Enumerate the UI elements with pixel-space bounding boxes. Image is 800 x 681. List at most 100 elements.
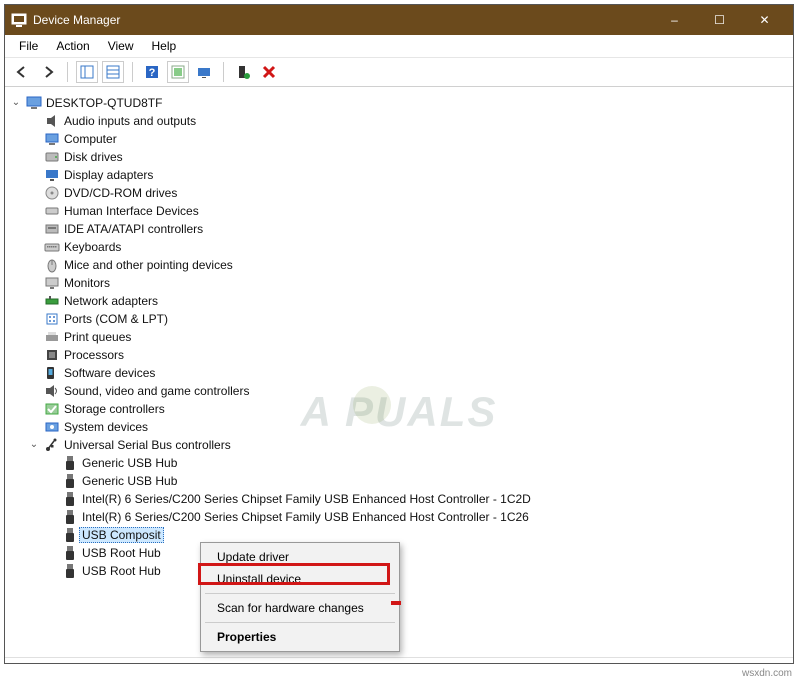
tree-item-label: Audio inputs and outputs <box>64 114 196 128</box>
tree-item-label: Intel(R) 6 Series/C200 Series Chipset Fa… <box>82 510 529 524</box>
tree-item-label: Ports (COM & LPT) <box>64 312 168 326</box>
tree-item-label: DESKTOP-QTUD8TF <box>46 96 162 110</box>
tree-item[interactable]: DVD/CD-ROM drives <box>28 184 788 202</box>
cpu-icon <box>44 347 60 363</box>
tree-item[interactable]: Print queues <box>28 328 788 346</box>
printer-icon <box>44 329 60 345</box>
tree-item[interactable]: Network adapters <box>28 292 788 310</box>
tree-item-label: Computer <box>64 132 117 146</box>
menu-action[interactable]: Action <box>48 37 97 55</box>
ctx-update-driver[interactable]: Update driver <box>203 546 397 568</box>
tree-item-label: Keyboards <box>64 240 121 254</box>
tree-item-label: Software devices <box>64 366 155 380</box>
tree-item-label: Disk drives <box>64 150 123 164</box>
tree-item-label: Generic USB Hub <box>82 456 177 470</box>
annotation-dash <box>391 601 401 605</box>
tree-item-label: DVD/CD-ROM drives <box>64 186 177 200</box>
tree-item[interactable]: Intel(R) 6 Series/C200 Series Chipset Fa… <box>46 508 788 526</box>
ctx-uninstall-device[interactable]: Uninstall device <box>203 568 397 590</box>
tree-item-label: USB Root Hub <box>82 546 161 560</box>
tree-item-label: Sound, video and game controllers <box>64 384 249 398</box>
app-icon <box>11 12 27 28</box>
tree-item[interactable]: Intel(R) 6 Series/C200 Series Chipset Fa… <box>46 490 788 508</box>
tree-item-label: Monitors <box>64 276 110 290</box>
storage-icon <box>44 401 60 417</box>
tree-item-label: Human Interface Devices <box>64 204 199 218</box>
usb-plug-icon <box>62 491 78 507</box>
tree-item[interactable]: USB Root Hub <box>46 562 788 580</box>
toolbar-separator <box>223 62 224 82</box>
tree-item[interactable]: DESKTOP-QTUD8TF <box>10 94 788 112</box>
tree-item-label: USB Composit <box>79 527 164 543</box>
ctx-separator <box>205 622 395 623</box>
tree-item-label: Universal Serial Bus controllers <box>64 438 231 452</box>
tree-item[interactable]: Monitors <box>28 274 788 292</box>
help-button[interactable]: ? <box>141 61 163 83</box>
expand-chevron-icon[interactable] <box>10 97 22 109</box>
tree-item[interactable]: Software devices <box>28 364 788 382</box>
tree-item[interactable]: System devices <box>28 418 788 436</box>
tree-item[interactable]: Storage controllers <box>28 400 788 418</box>
tree-item[interactable]: Disk drives <box>28 148 788 166</box>
update-driver-button[interactable] <box>167 61 189 83</box>
tree-item[interactable]: USB Composit <box>46 526 788 544</box>
add-legacy-button[interactable] <box>232 61 254 83</box>
port-icon <box>44 311 60 327</box>
scan-hardware-button[interactable] <box>193 61 215 83</box>
tree-item[interactable]: Audio inputs and outputs <box>28 112 788 130</box>
tree-item[interactable]: Computer <box>28 130 788 148</box>
menu-help[interactable]: Help <box>144 37 185 55</box>
menubar: File Action View Help <box>5 35 793 58</box>
window-title: Device Manager <box>33 13 652 27</box>
uninstall-button[interactable] <box>258 61 280 83</box>
tree-item[interactable]: Processors <box>28 346 788 364</box>
ctx-properties[interactable]: Properties <box>203 626 397 648</box>
tree-item-label: Processors <box>64 348 124 362</box>
toolbar-separator <box>132 62 133 82</box>
tree-item[interactable]: Human Interface Devices <box>28 202 788 220</box>
tree-item[interactable]: Generic USB Hub <box>46 454 788 472</box>
device-icon <box>26 95 42 111</box>
tree-item[interactable]: Ports (COM & LPT) <box>28 310 788 328</box>
menu-file[interactable]: File <box>11 37 46 55</box>
usb-plug-icon <box>62 473 78 489</box>
sound-icon <box>44 383 60 399</box>
titlebar[interactable]: Device Manager – ☐ ✕ <box>5 5 793 35</box>
toolbar: ? <box>5 58 793 87</box>
status-bar <box>5 657 793 663</box>
usb-plug-icon <box>62 563 78 579</box>
tree-item-label: Mice and other pointing devices <box>64 258 233 272</box>
tree-item-label: USB Root Hub <box>82 564 161 578</box>
tree-item[interactable]: Sound, video and game controllers <box>28 382 788 400</box>
source-tag: wsxdn.com <box>742 668 792 679</box>
tree-item[interactable]: Keyboards <box>28 238 788 256</box>
tree-item[interactable]: IDE ATA/ATAPI controllers <box>28 220 788 238</box>
back-button[interactable] <box>11 61 33 83</box>
tree-item-label: Intel(R) 6 Series/C200 Series Chipset Fa… <box>82 492 531 506</box>
usb-icon <box>44 437 60 453</box>
toolbar-separator <box>67 62 68 82</box>
mouse-icon <box>44 257 60 273</box>
computer-icon <box>44 131 60 147</box>
network-icon <box>44 293 60 309</box>
maximize-button[interactable]: ☐ <box>697 5 742 35</box>
show-hide-tree-button[interactable] <box>76 61 98 83</box>
ctx-scan-hardware[interactable]: Scan for hardware changes <box>203 597 397 619</box>
tree-item-label: IDE ATA/ATAPI controllers <box>64 222 203 236</box>
device-manager-window: Device Manager – ☐ ✕ File Action View He… <box>4 4 794 664</box>
properties-button[interactable] <box>102 61 124 83</box>
expand-chevron-icon[interactable] <box>28 439 40 451</box>
tree-item-label: Print queues <box>64 330 131 344</box>
ide-icon <box>44 221 60 237</box>
forward-button[interactable] <box>37 61 59 83</box>
disk-icon <box>44 149 60 165</box>
tree-item[interactable]: Display adapters <box>28 166 788 184</box>
tree-item[interactable]: USB Root Hub <box>46 544 788 562</box>
close-button[interactable]: ✕ <box>742 5 787 35</box>
menu-view[interactable]: View <box>100 37 142 55</box>
tree-item[interactable]: Mice and other pointing devices <box>28 256 788 274</box>
tree-item[interactable]: Generic USB Hub <box>46 472 788 490</box>
minimize-button[interactable]: – <box>652 5 697 35</box>
software-icon <box>44 365 60 381</box>
tree-item[interactable]: Universal Serial Bus controllers <box>28 436 788 454</box>
